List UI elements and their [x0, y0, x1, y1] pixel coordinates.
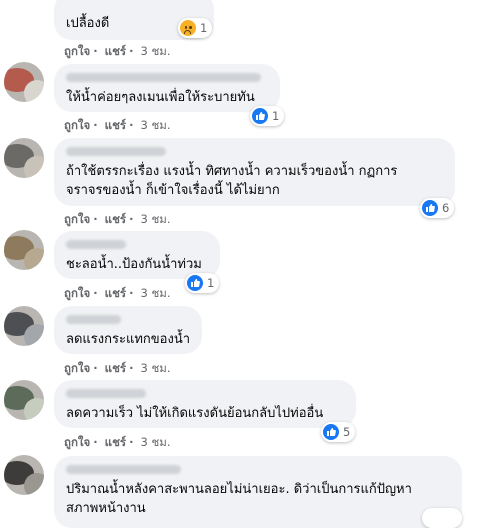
like-link[interactable]: ถูกใจ: [64, 435, 90, 449]
like-link[interactable]: ถูกใจ: [64, 118, 90, 132]
separator: ·: [129, 361, 134, 375]
author-name[interactable]: [66, 315, 121, 324]
like-link[interactable]: ถูกใจ: [64, 361, 90, 375]
sad-reaction-icon: [180, 20, 196, 36]
reaction-count: 5: [343, 425, 351, 439]
separator: ·: [93, 118, 98, 132]
separator: ·: [93, 435, 98, 449]
comment-actions: ถูกใจ · แชร์ · 3 ชม.: [64, 360, 173, 378]
author-name[interactable]: [66, 73, 261, 82]
comment-actions: ถูกใจ · แชร์ · 3 ชม.: [64, 285, 173, 303]
separator: ·: [129, 44, 134, 58]
reaction-summary[interactable]: 1: [250, 106, 285, 126]
separator: ·: [129, 435, 134, 449]
comment-bubble: ลดแรงกระแทกของน้ำ: [54, 306, 202, 354]
comment-actions: ถูกใจ · แชร์ · 3 ชม.: [64, 117, 173, 135]
like-link[interactable]: ถูกใจ: [64, 286, 90, 300]
timestamp[interactable]: 3 ชม.: [140, 286, 170, 300]
comment-bubble: ปริมาณน้ำหลังคาสะพานลอยไม่น่าเยอะ. ดิว่า…: [54, 456, 462, 528]
reaction-count: 1: [272, 109, 280, 123]
like-reaction-icon: [323, 424, 339, 440]
separator: ·: [93, 44, 98, 58]
avatar[interactable]: [4, 380, 44, 420]
like-reaction-icon: [422, 200, 438, 216]
avatar[interactable]: [4, 230, 44, 270]
comment-actions: ถูกใจ · แชร์ · 3 ชม.: [64, 43, 173, 61]
comment-text: ลดแรงกระแทกของน้ำ: [66, 332, 191, 347]
reaction-count: 1: [207, 276, 215, 290]
like-reaction-icon: [187, 275, 203, 291]
share-link[interactable]: แชร์: [105, 286, 126, 300]
comment-bubble: ถ้าใช้ตรรกะเรื่อง แรงน้ำ ทิศทางน้ำ ความเ…: [54, 138, 455, 206]
reaction-count: 1: [200, 21, 208, 35]
author-name[interactable]: [66, 465, 181, 474]
comment-text: ถ้าใช้ตรรกะเรื่อง แรงน้ำ ทิศทางน้ำ ความเ…: [66, 164, 398, 198]
timestamp[interactable]: 3 ชม.: [140, 361, 170, 375]
comment-bubble: ลดความเร็ว ไม่ให้เกิดแรงดันย้อนกลับไปท่อ…: [54, 380, 356, 428]
separator: ·: [129, 212, 134, 226]
timestamp[interactable]: 3 ชม.: [140, 118, 170, 132]
like-link[interactable]: ถูกใจ: [64, 212, 90, 226]
timestamp[interactable]: 3 ชม.: [140, 44, 170, 58]
separator: ·: [93, 361, 98, 375]
avatar[interactable]: [4, 62, 44, 102]
avatar[interactable]: [4, 306, 44, 346]
share-link[interactable]: แชร์: [105, 361, 126, 375]
avatar[interactable]: [4, 455, 44, 495]
reaction-summary-cut[interactable]: [422, 508, 462, 528]
author-name[interactable]: [66, 389, 146, 398]
comment-bubble: ชะลอน้ำ..ป้องกันน้ำท่วม: [54, 231, 220, 279]
comment-actions: ถูกใจ · แชร์ · 3 ชม.: [64, 211, 173, 229]
author-name[interactable]: [66, 147, 166, 156]
reaction-summary[interactable]: 5: [321, 422, 356, 442]
like-reaction-icon: [252, 108, 268, 124]
reaction-count: 6: [442, 201, 450, 215]
share-link[interactable]: แชร์: [105, 118, 126, 132]
comment-text: ปริมาณน้ำหลังคาสะพานลอยไม่น่าเยอะ. ดิว่า…: [66, 482, 412, 516]
avatar[interactable]: [4, 138, 44, 178]
reaction-summary[interactable]: 1: [178, 18, 213, 38]
comment-actions: ถูกใจ · แชร์ · 3 ชม.: [64, 434, 173, 452]
like-link[interactable]: ถูกใจ: [64, 44, 90, 58]
comment-text: ลดความเร็ว ไม่ให้เกิดแรงดันย้อนกลับไปท่อ…: [66, 406, 324, 421]
timestamp[interactable]: 3 ชม.: [140, 212, 170, 226]
reaction-summary[interactable]: 1: [185, 273, 220, 293]
share-link[interactable]: แชร์: [105, 44, 126, 58]
timestamp[interactable]: 3 ชม.: [140, 435, 170, 449]
author-name[interactable]: [66, 240, 126, 249]
separator: ·: [93, 286, 98, 300]
separator: ·: [129, 286, 134, 300]
separator: ·: [129, 118, 134, 132]
reaction-summary[interactable]: 6: [420, 198, 455, 218]
share-link[interactable]: แชร์: [105, 212, 126, 226]
comment-text: ให้น้ำค่อยๆลงเมนเพื่อให้ระบายทัน: [66, 90, 255, 105]
comment-text: ชะลอน้ำ..ป้องกันน้ำท่วม: [66, 257, 202, 272]
share-link[interactable]: แชร์: [105, 435, 126, 449]
comment-bubble: ให้น้ำค่อยๆลงเมนเพื่อให้ระบายทัน: [54, 64, 280, 112]
separator: ·: [93, 212, 98, 226]
